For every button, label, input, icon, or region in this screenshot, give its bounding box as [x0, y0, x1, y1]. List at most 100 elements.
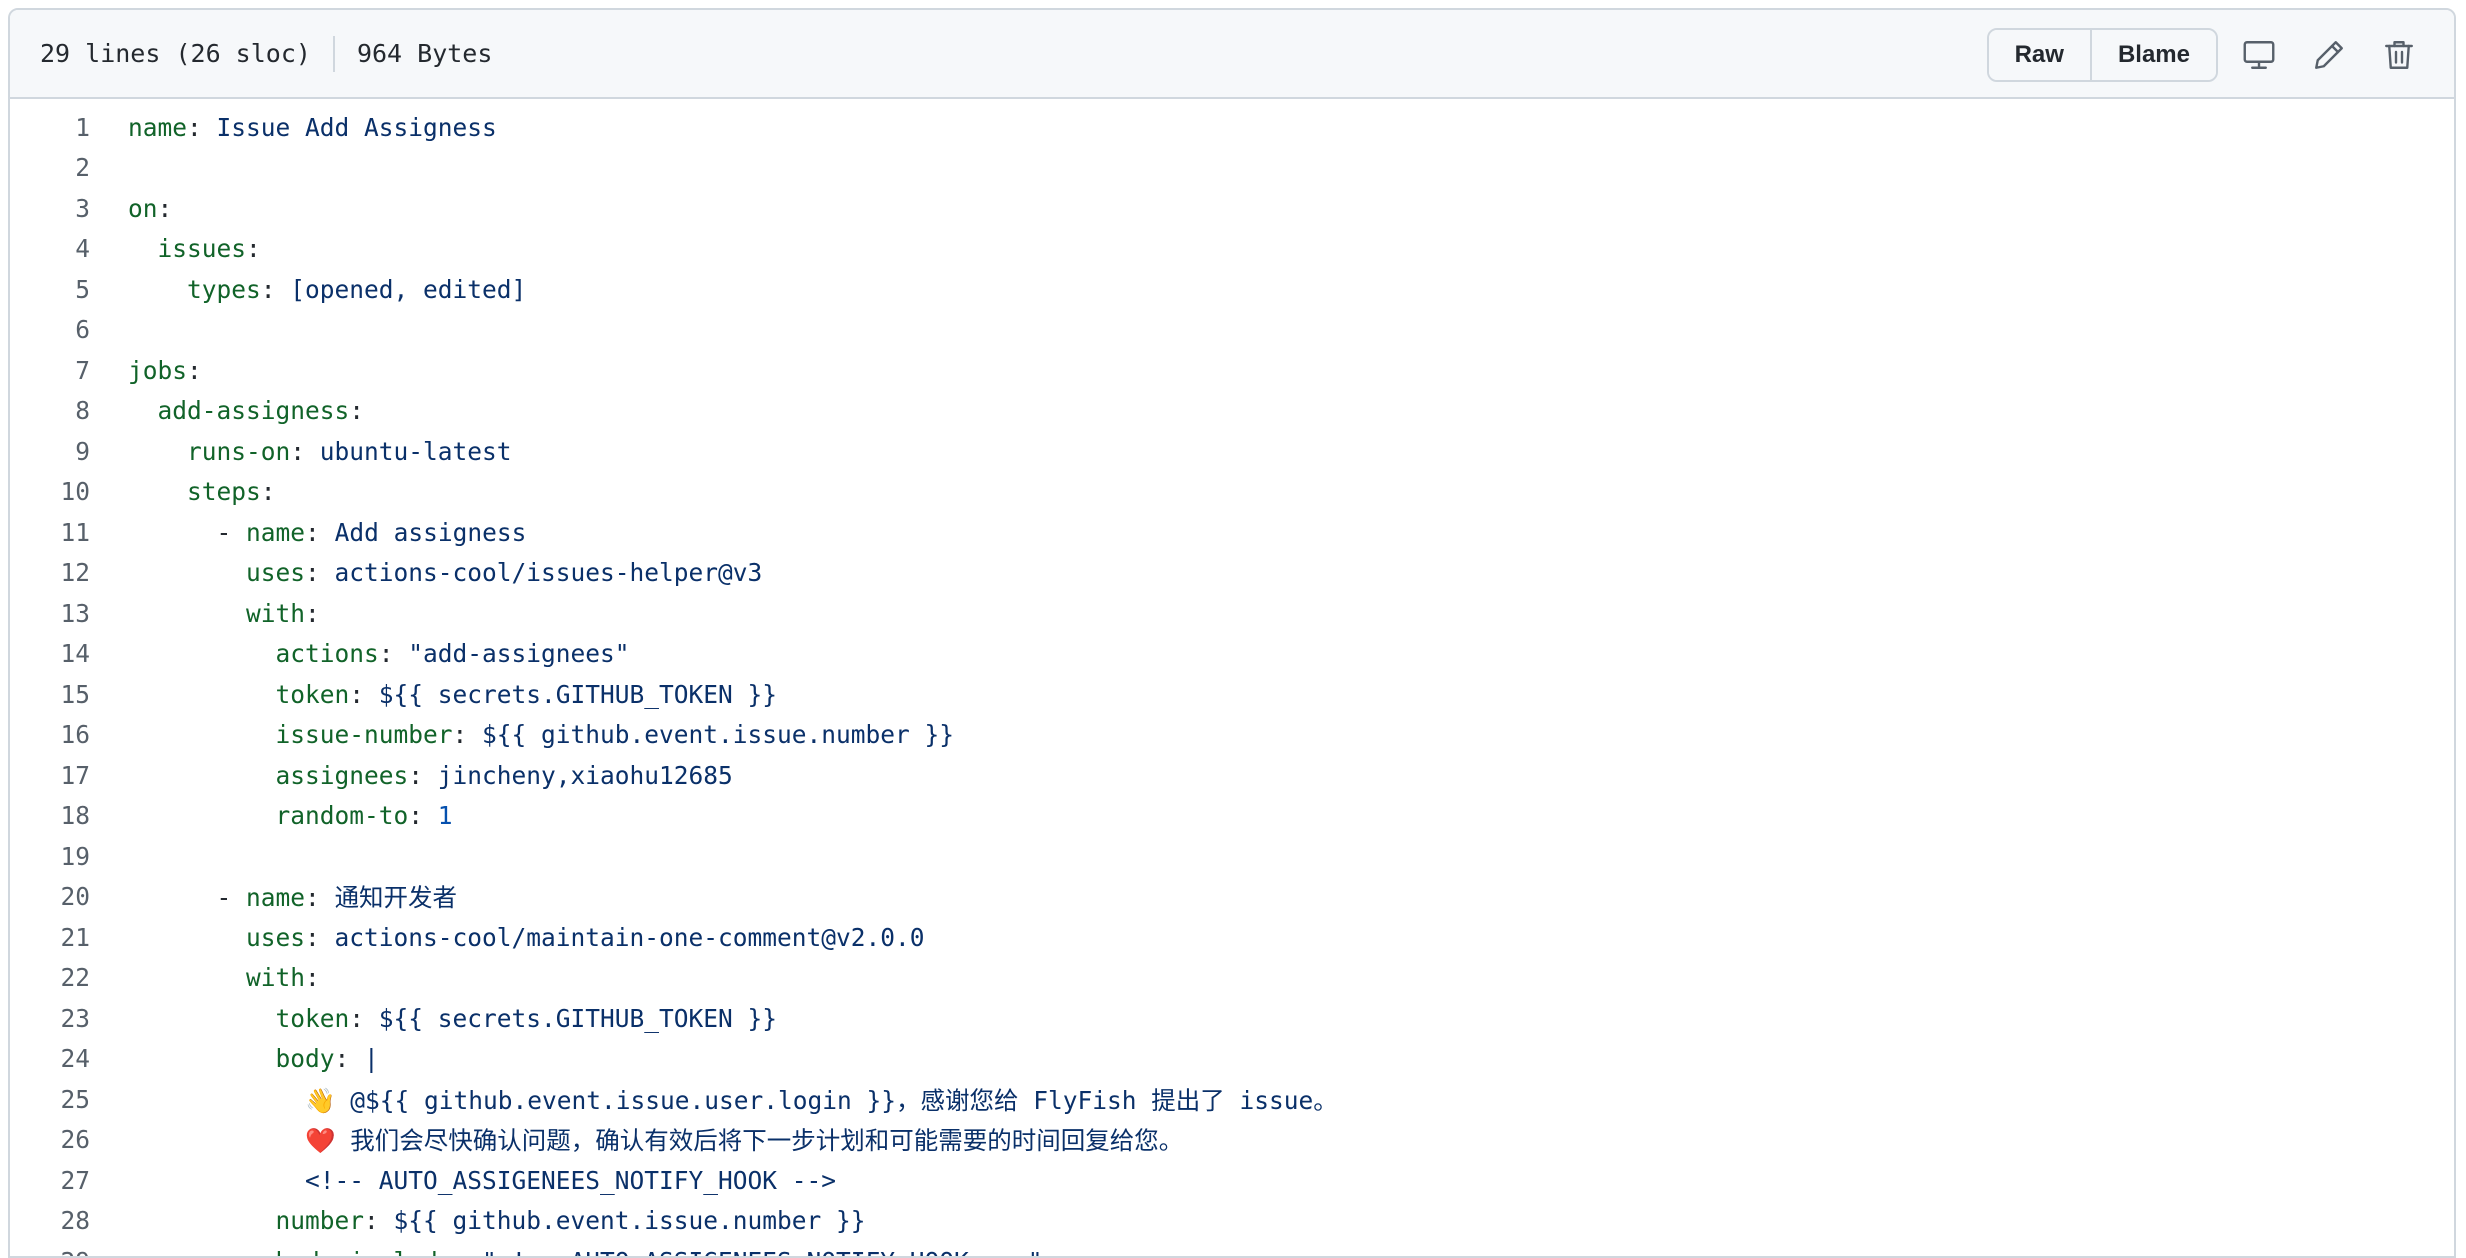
line-number[interactable]: 6 — [10, 315, 90, 344]
raw-button[interactable]: Raw — [1988, 29, 2090, 80]
code-line: 12 uses: actions-cool/issues-helper@v3 — [10, 553, 2454, 594]
line-number[interactable]: 7 — [10, 356, 90, 385]
line-number[interactable]: 27 — [10, 1166, 90, 1195]
line-content: on: — [90, 194, 2454, 223]
yaml-key: issue-number — [275, 720, 453, 750]
line-number[interactable]: 15 — [10, 680, 90, 709]
yaml-key: number — [275, 1206, 365, 1236]
code-line: 10 steps: — [10, 472, 2454, 513]
line-number[interactable]: 14 — [10, 639, 90, 668]
yaml-key: name — [246, 517, 306, 547]
file-header: 29 lines (26 sloc) 964 Bytes Raw Blame — [10, 10, 2454, 99]
yaml-key: types — [187, 274, 261, 304]
yaml-key: runs-on — [187, 436, 291, 466]
code-line: 24 body: | — [10, 1039, 2454, 1080]
code-line: 20 - name: 通知开发者 — [10, 877, 2454, 918]
code-line: 29 body-include: "<!-- AUTO_ASSIGENEES_N… — [10, 1241, 2454, 1256]
line-number[interactable]: 12 — [10, 558, 90, 587]
line-number[interactable]: 20 — [10, 882, 90, 911]
display-button[interactable] — [2230, 28, 2288, 82]
file-size: 964 Bytes — [356, 39, 493, 68]
line-count: 29 lines (26 sloc) — [40, 39, 311, 68]
code-line: 5 types: [opened, edited] — [10, 269, 2454, 310]
list-dash: - — [216, 883, 247, 913]
colon: : — [364, 1206, 394, 1236]
line-content: runs-on: ubuntu-latest — [90, 437, 2454, 466]
line-content: assignees: jincheny,xiaohu12685 — [90, 761, 2454, 790]
line-content: types: [opened, edited] — [90, 275, 2454, 304]
line-content: issue-number: ${{ github.event.issue.num… — [90, 720, 2454, 749]
code-line: 21 uses: actions-cool/maintain-one-comme… — [10, 917, 2454, 958]
line-number[interactable]: 25 — [10, 1085, 90, 1114]
line-number[interactable]: 18 — [10, 801, 90, 830]
yaml-key: random-to — [275, 801, 409, 831]
code-line: 14 actions: "add-assignees" — [10, 634, 2454, 675]
line-number[interactable]: 23 — [10, 1004, 90, 1033]
yaml-key: body-include — [276, 1247, 453, 1256]
yaml-value: ${{ github.event.issue.number }} — [393, 1206, 866, 1236]
line-content: token: ${{ secrets.GITHUB_TOKEN }} — [90, 680, 2454, 709]
colon: : — [187, 112, 217, 142]
colon: : — [305, 922, 335, 952]
yaml-key: jobs — [128, 355, 188, 385]
line-number[interactable]: 5 — [10, 275, 90, 304]
colon: : — [290, 436, 320, 466]
line-number[interactable]: 24 — [10, 1044, 90, 1073]
line-number[interactable]: 10 — [10, 477, 90, 506]
line-number[interactable]: 3 — [10, 194, 90, 223]
code-line: 18 random-to: 1 — [10, 796, 2454, 837]
line-number[interactable]: 4 — [10, 234, 90, 263]
line-number[interactable]: 2 — [10, 153, 90, 182]
code-line: 16 issue-number: ${{ github.event.issue.… — [10, 715, 2454, 756]
line-number[interactable]: 11 — [10, 518, 90, 547]
yaml-value: 通知开发者 — [334, 883, 458, 913]
line-number[interactable]: 26 — [10, 1125, 90, 1154]
edit-button[interactable] — [2300, 28, 2358, 82]
file-viewer: 29 lines (26 sloc) 964 Bytes Raw Blame 1… — [8, 8, 2456, 1258]
yaml-value: 👋 @${{ github.event.issue.user.login }}，… — [305, 1085, 1338, 1115]
yaml-value: "<!-- AUTO_ASSIGENEES_NOTIFY_HOOK -->" — [482, 1247, 1043, 1256]
line-content: issues: — [90, 234, 2454, 263]
blame-button[interactable]: Blame — [2089, 29, 2216, 80]
code-area: 1 name: Issue Add Assigness 2 3 on: 4 issues:… — [10, 99, 2454, 1256]
colon: : — [378, 639, 409, 669]
yaml-key: assignees — [275, 760, 409, 790]
info-divider — [332, 35, 335, 72]
code-line: 1 name: Issue Add Assigness — [10, 107, 2454, 148]
line-number[interactable]: 1 — [10, 113, 90, 142]
code-line: 11 - name: Add assigness — [10, 512, 2454, 553]
line-content: 👋 @${{ github.event.issue.user.login }}，… — [90, 1082, 2454, 1117]
line-number[interactable]: 16 — [10, 720, 90, 749]
colon: : — [305, 558, 335, 588]
yaml-key: token — [275, 1003, 350, 1033]
yaml-value: ubuntu-latest — [319, 436, 512, 466]
line-number[interactable]: 17 — [10, 761, 90, 790]
colon: : — [305, 598, 320, 628]
line-content: token: ${{ secrets.GITHUB_TOKEN }} — [90, 1004, 2454, 1033]
line-content: steps: — [90, 477, 2454, 506]
trash-icon — [2385, 40, 2413, 69]
line-number[interactable]: 21 — [10, 923, 90, 952]
colon: : — [349, 1003, 379, 1033]
line-number[interactable]: 13 — [10, 599, 90, 628]
line-number[interactable]: 19 — [10, 842, 90, 871]
yaml-key: on — [128, 193, 158, 223]
code-line: 13 with: — [10, 593, 2454, 634]
yaml-key: body — [275, 1044, 335, 1074]
delete-button[interactable] — [2370, 28, 2428, 82]
line-content: with: — [90, 599, 2454, 628]
line-number[interactable]: 22 — [10, 963, 90, 992]
line-number[interactable]: 29 — [10, 1247, 90, 1256]
line-number[interactable]: 28 — [10, 1206, 90, 1235]
line-number[interactable]: 9 — [10, 437, 90, 466]
yaml-key: name — [128, 112, 188, 142]
yaml-value: ❤️ 我们会尽快确认问题，确认有效后将下一步计划和可能需要的时间回复给您。 — [305, 1126, 1184, 1156]
line-number[interactable]: 8 — [10, 396, 90, 425]
